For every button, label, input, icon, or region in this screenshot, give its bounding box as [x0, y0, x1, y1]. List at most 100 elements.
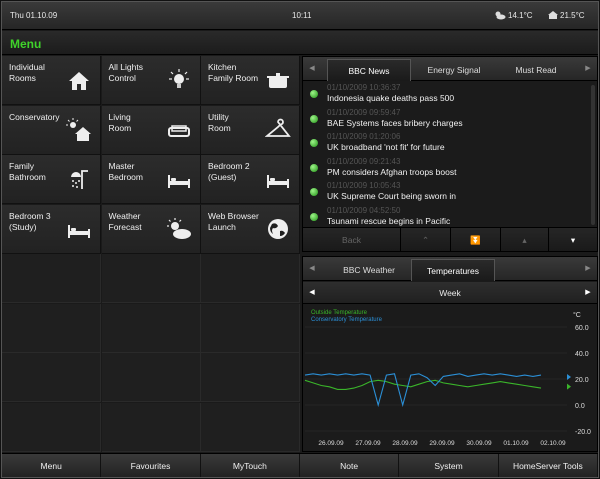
- news-item[interactable]: 01/10/2009 04:52:50 Tsunami rescue begins…: [303, 205, 595, 230]
- menu-title: Menu: [10, 37, 42, 51]
- tile-conservatory[interactable]: Conservatory: [2, 105, 101, 155]
- tile-kitchen-family-room[interactable]: Kitchen Family Room: [201, 56, 300, 105]
- tile-label: Kitchen Family Room: [208, 62, 259, 83]
- news-timestamp: 01/10/2009 09:59:47: [327, 107, 401, 117]
- temperature-chart-svg: °C 60.0 40.0 20.0 0.0 -20.0 26.09.09 27.09.09 28…: [304, 310, 591, 447]
- tile-label: Weather Forecast: [108, 210, 142, 232]
- bottom-mytouch-button[interactable]: MyTouch: [201, 454, 300, 477]
- sun-house-icon: [66, 117, 91, 141]
- tile-master-bedroom[interactable]: Master Bedroom: [101, 155, 201, 204]
- scroll-down-icon[interactable]: ▾: [549, 228, 597, 252]
- bottom-note-button[interactable]: Note: [300, 454, 400, 477]
- tab-bbc-news[interactable]: BBC News: [327, 59, 411, 81]
- x-tick-label: 28.09.09: [392, 440, 418, 447]
- bottom-nav: Menu Favourites MyTouch Note System HomeServe…: [2, 453, 598, 477]
- legend-conservatory-temperature: Conservatory Temperature: [311, 317, 383, 323]
- scroll-up-icon[interactable]: ▴: [501, 228, 549, 252]
- tile-family-bathroom[interactable]: Family Bathroom: [2, 155, 101, 204]
- news-timestamp: 01/10/2009 10:05:43: [327, 181, 401, 190]
- page-down-icon[interactable]: ⏬: [451, 228, 501, 252]
- x-tick-label: 01.10.09: [503, 440, 529, 447]
- indoor-house-icon: [548, 11, 558, 19]
- news-bullet-icon: [310, 114, 318, 123]
- tile-label: Utility Room: [208, 111, 231, 133]
- sofa-icon: [167, 124, 190, 137]
- tile-bedroom-2-guest[interactable]: Bedroom 2 (Guest): [201, 155, 300, 204]
- shower-icon: [71, 170, 88, 189]
- news-headline: PM considers Afghan troops boost: [327, 166, 457, 177]
- news-timestamp: 01/10/2009 04:52:50: [327, 205, 401, 215]
- news-headline: UK Supreme Court being sworn in: [327, 191, 456, 201]
- empty-tile: [201, 254, 300, 303]
- empty-tile: [101, 303, 201, 353]
- y-tick-label: 60.0: [575, 325, 589, 332]
- tile-label: Web Browser Launch: [208, 210, 259, 232]
- series-line-outside-temperature: [304, 379, 542, 390]
- weather-tabs-left-arrow-icon[interactable]: ◀: [303, 257, 321, 281]
- weather-panel: ◀ BBC Weather Temperatures ▶ ◀ Week ▶ °C…: [302, 256, 598, 452]
- page-up-icon[interactable]: ⌃: [401, 228, 451, 252]
- tab-bbc-weather[interactable]: BBC Weather: [327, 259, 411, 281]
- tab-energy-signal[interactable]: Energy Signal: [413, 59, 495, 81]
- news-item[interactable]: 01/10/2009 01:20:06 UK broadband 'not fit…: [303, 131, 595, 156]
- news-bullet-icon: [310, 163, 318, 172]
- bottom-favourites-button[interactable]: Favourites: [101, 454, 201, 477]
- empty-tile: [201, 303, 300, 353]
- news-bullet-icon: [310, 188, 318, 196]
- tile-all-lights-control[interactable]: All Lights Control: [101, 56, 201, 105]
- tile-utility-room[interactable]: Utility Room: [201, 105, 300, 155]
- news-item[interactable]: 01/10/2009 10:05:43 UK Supreme Court bein…: [303, 180, 595, 205]
- tab-must-read[interactable]: Must Read: [495, 59, 577, 81]
- hanger-icon: [265, 118, 291, 137]
- empty-tile: [101, 254, 201, 303]
- room-grid: Individual Rooms All Lights Control Kitche…: [2, 56, 300, 452]
- x-tick-label: 26.09.09: [318, 440, 344, 447]
- tile-weather-forecast[interactable]: Weather Forecast: [101, 204, 201, 254]
- outside-temp: 14.1°C: [508, 11, 533, 20]
- tabs-left-arrow-icon[interactable]: ◀: [303, 57, 321, 81]
- news-scrollbar[interactable]: [591, 85, 595, 225]
- tile-web-browser-launch[interactable]: Web Browser Launch: [201, 204, 300, 254]
- tile-bedroom-3-study[interactable]: Bedroom 3 (Study): [2, 204, 101, 254]
- empty-tile: [101, 402, 201, 452]
- news-headline: BAE Systems faces bribery charges: [327, 117, 463, 128]
- tile-individual-rooms[interactable]: Individual Rooms: [2, 56, 101, 105]
- empty-tile: [2, 353, 101, 402]
- empty-tile: [101, 353, 201, 402]
- bottom-system-button[interactable]: System: [399, 454, 499, 477]
- news-timestamp: 01/10/2009 10:36:37: [327, 83, 401, 92]
- news-timestamp: 01/10/2009 09:21:43: [327, 156, 401, 166]
- tile-label: Family Bathroom: [9, 161, 46, 182]
- status-bar: Thu 01.10.09 10:11 14.1°C 21.5°C: [2, 2, 598, 30]
- news-bullet-icon: [310, 212, 318, 221]
- y-tick-label: 40.0: [575, 351, 589, 358]
- x-tick-label: 29.09.09: [429, 440, 455, 447]
- tabs-right-arrow-icon[interactable]: ▶: [579, 57, 597, 81]
- lightbulb-icon: [168, 69, 189, 88]
- conservatory-marker: [567, 374, 571, 381]
- x-tick-label: 27.09.09: [355, 440, 381, 447]
- bed-icon: [167, 175, 190, 188]
- bottom-homeserver-tools-button[interactable]: HomeServer Tools: [499, 454, 598, 477]
- tile-label: Conservatory: [9, 111, 60, 122]
- period-next-icon[interactable]: ▶: [579, 282, 597, 304]
- news-item[interactable]: 01/10/2009 09:59:47 BAE Systems faces bri…: [303, 107, 595, 132]
- news-panel: ◀ BBC News Energy Signal Must Read ▶ 01/…: [302, 56, 598, 252]
- status-time: 10:11: [292, 11, 312, 20]
- tab-temperatures[interactable]: Temperatures: [411, 259, 495, 281]
- cooking-pot-icon: [267, 73, 289, 88]
- tile-label: Living Room: [108, 111, 132, 133]
- back-button[interactable]: Back: [303, 228, 401, 252]
- empty-tile: [2, 303, 101, 353]
- weather-tabs-right-arrow-icon[interactable]: ▶: [579, 257, 597, 281]
- news-item[interactable]: 01/10/2009 09:21:43 PM considers Afghan t…: [303, 156, 595, 181]
- news-bullet-icon: [310, 139, 318, 147]
- weather-tabs: ◀ BBC Weather Temperatures ▶: [303, 257, 597, 281]
- tile-living-room[interactable]: Living Room: [101, 105, 201, 155]
- news-headline: Tsunami rescue begins in Pacific: [327, 215, 451, 226]
- news-item[interactable]: 01/10/2009 10:36:37 Indonesia quake death…: [303, 82, 595, 107]
- empty-tile: [2, 254, 101, 303]
- bottom-menu-button[interactable]: Menu: [2, 454, 102, 477]
- news-headline: Indonesia quake deaths pass 500: [327, 93, 455, 103]
- app-frame: Thu 01.10.09 10:11 14.1°C 21.5°C Menu In…: [1, 1, 599, 478]
